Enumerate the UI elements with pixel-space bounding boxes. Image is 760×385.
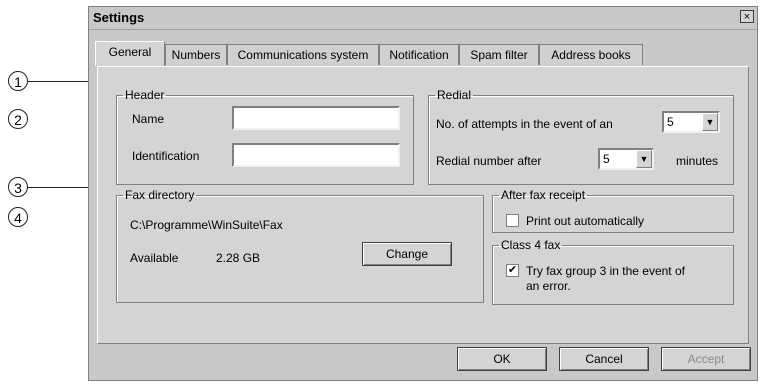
- redial-after-value: 5: [603, 152, 610, 166]
- ok-button[interactable]: OK: [457, 347, 547, 371]
- checkmark-icon: ✔: [507, 264, 518, 276]
- tab-communications-system[interactable]: Communications system: [227, 44, 379, 65]
- attempts-label: No. of attempts in the event of an: [436, 117, 613, 131]
- general-tab-panel: Header Name Identification Redial No. of…: [97, 66, 749, 344]
- chevron-down-icon[interactable]: ▼: [636, 150, 652, 168]
- tab-numbers[interactable]: Numbers: [165, 44, 227, 65]
- class-4-fax-legend: Class 4 fax: [501, 238, 561, 252]
- callout-4: 4: [8, 207, 28, 227]
- try-fax-group-3-label[interactable]: Try fax group 3 in the event of: [526, 264, 685, 278]
- close-icon: ×: [743, 11, 751, 23]
- settings-dialog: Settings × General Numbers Communication…: [88, 6, 758, 381]
- callout-2: 2: [8, 109, 28, 129]
- redial-after-select[interactable]: 5 ▼: [598, 148, 654, 170]
- identification-input[interactable]: [232, 143, 400, 167]
- header-legend: Header: [125, 88, 165, 102]
- attempts-select[interactable]: 5 ▼: [662, 111, 720, 133]
- print-automatically-checkbox[interactable]: [506, 214, 519, 227]
- callout-3-line: [28, 187, 93, 188]
- cancel-button[interactable]: Cancel: [559, 347, 649, 371]
- available-value: 2.28 GB: [216, 251, 261, 265]
- callout-3: 3: [8, 177, 28, 197]
- change-button[interactable]: Change: [362, 242, 452, 266]
- after-fax-receipt-legend: After fax receipt: [501, 188, 586, 202]
- attempts-value: 5: [667, 115, 674, 129]
- redial-group: Redial: [428, 89, 734, 185]
- chevron-down-icon[interactable]: ▼: [702, 113, 718, 131]
- identification-label: Identification: [132, 149, 200, 163]
- tab-address-books[interactable]: Address books: [539, 44, 643, 65]
- redial-after-label: Redial number after: [436, 154, 542, 168]
- tab-spam-filter[interactable]: Spam filter: [459, 44, 539, 65]
- redial-legend: Redial: [437, 88, 472, 102]
- window-title: Settings: [93, 10, 145, 25]
- close-button[interactable]: ×: [740, 10, 754, 23]
- tab-notification[interactable]: Notification: [379, 44, 459, 65]
- header-group: Header: [116, 89, 414, 185]
- name-label: Name: [132, 112, 165, 126]
- try-fax-group-3-label-line2[interactable]: an error.: [526, 279, 571, 293]
- fax-directory-legend: Fax directory: [125, 188, 195, 202]
- try-fax-group-3-checkbox[interactable]: ✔: [506, 264, 519, 277]
- callout-1: 1: [8, 71, 28, 91]
- print-automatically-label[interactable]: Print out automatically: [526, 214, 644, 228]
- available-label: Available: [130, 251, 179, 265]
- callout-1-line: [28, 81, 93, 82]
- tab-general[interactable]: General: [95, 41, 165, 66]
- name-input[interactable]: [232, 106, 400, 130]
- minutes-label: minutes: [676, 154, 719, 168]
- fax-directory-path: C:\Programme\WinSuite\Fax: [130, 218, 283, 232]
- title-bar: Settings ×: [89, 7, 757, 30]
- accept-button[interactable]: Accept: [661, 347, 751, 371]
